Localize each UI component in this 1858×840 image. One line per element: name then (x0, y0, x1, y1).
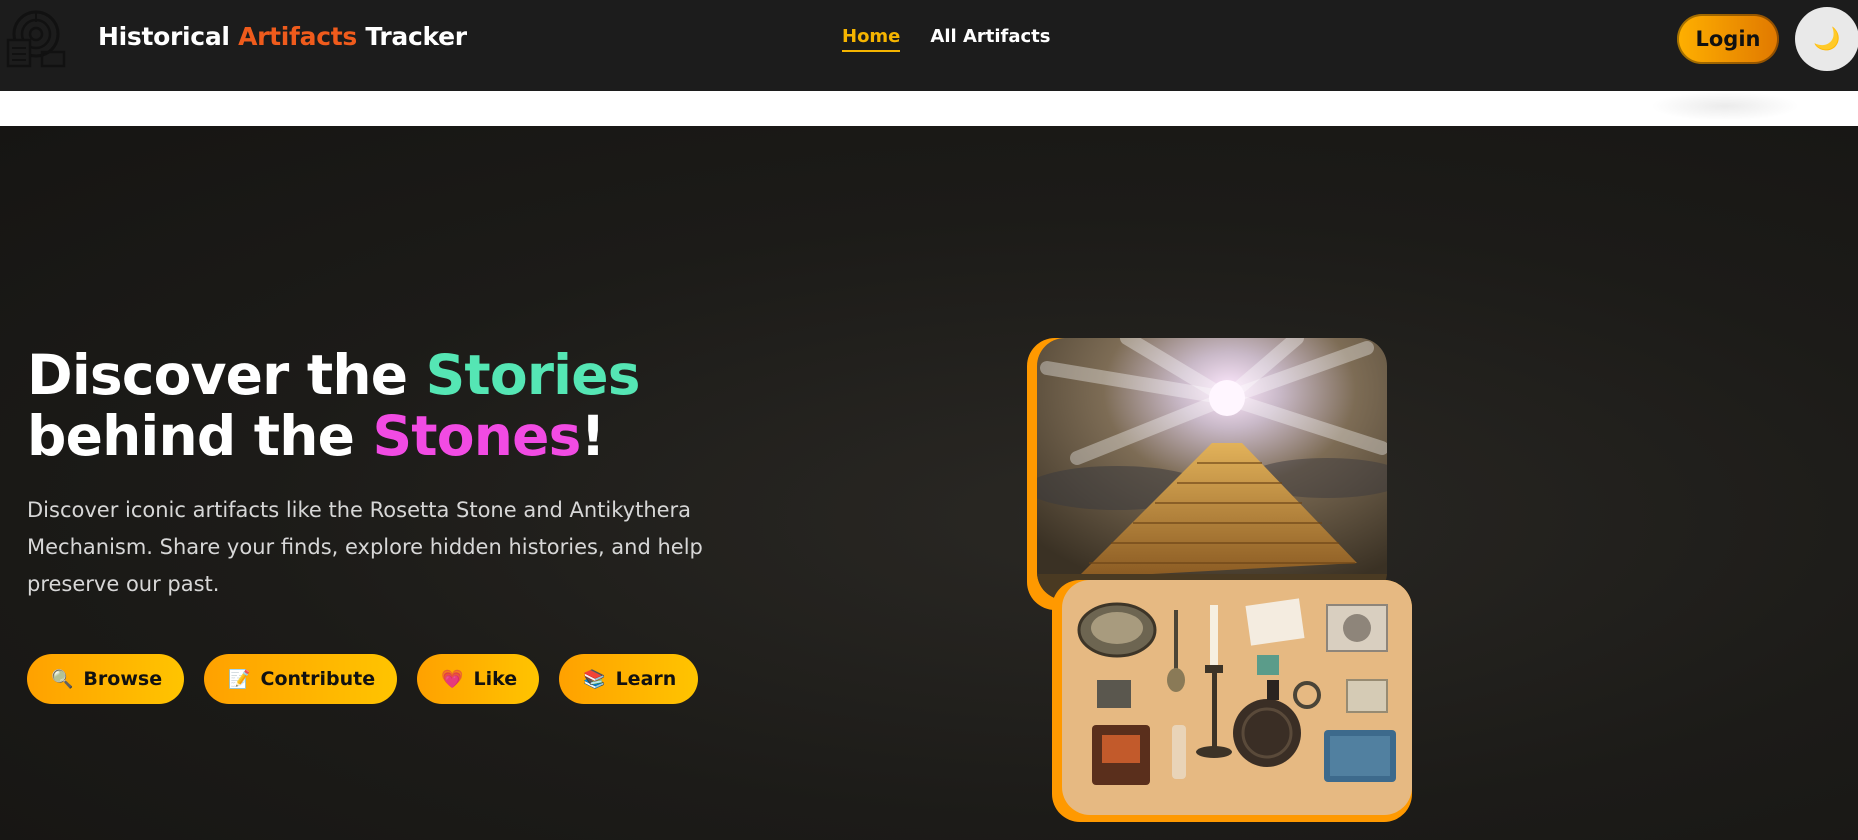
hero-section: Discover the Stories behind the Stones! … (0, 126, 1858, 840)
contribute-label: Contribute (260, 668, 376, 690)
headline-stories: Stories (425, 343, 641, 407)
hero-actions: 🔍 Browse 📝 Contribute 💗 Like 📚 Learn (27, 654, 699, 704)
browse-label: Browse (83, 668, 163, 690)
learn-button[interactable]: 📚 Learn (559, 654, 699, 704)
books-icon: 📚 (583, 668, 606, 690)
login-button[interactable]: Login (1677, 14, 1779, 64)
white-strip (0, 91, 1858, 126)
artifacts-illustration (1062, 580, 1412, 815)
theme-toggle-button[interactable]: 🌙 (1795, 7, 1858, 71)
like-label: Like (473, 668, 518, 690)
browse-button[interactable]: 🔍 Browse (27, 654, 185, 704)
nav-link-home[interactable]: Home (842, 26, 901, 52)
brand-title[interactable]: Historical Artifacts Tracker (98, 22, 467, 51)
learn-label: Learn (615, 668, 677, 690)
search-icon: 🔍 (51, 668, 74, 690)
logo-icon[interactable] (6, 8, 68, 70)
moon-icon: 🌙 (1813, 26, 1841, 52)
like-button[interactable]: 💗 Like (417, 654, 540, 704)
contribute-button[interactable]: 📝 Contribute (204, 654, 398, 704)
strip-shadow (1650, 91, 1800, 121)
headline-stones: Stones (372, 404, 581, 468)
hero-headline: Discover the Stories behind the Stones! (27, 345, 640, 467)
pyramid-illustration (1037, 338, 1387, 600)
heart-icon: 💗 (441, 668, 464, 690)
nav-links: Home All Artifacts (842, 26, 1051, 52)
headline-text-a: Discover the (27, 343, 426, 407)
headline-exclaim: ! (580, 404, 606, 468)
headline-text-c: behind the (27, 404, 373, 468)
artifacts-image (1062, 580, 1412, 815)
hero-description: Discover iconic artifacts like the Roset… (27, 498, 703, 596)
nav-link-all-artifacts[interactable]: All Artifacts (930, 26, 1050, 52)
brand-part2: Tracker (356, 22, 467, 51)
brand-accent: Artifacts (238, 22, 357, 51)
navbar: Historical Artifacts Tracker Home All Ar… (0, 0, 1858, 91)
brand-part1: Historical (98, 22, 239, 51)
pyramid-image (1037, 338, 1387, 600)
memo-icon: 📝 (228, 668, 251, 690)
